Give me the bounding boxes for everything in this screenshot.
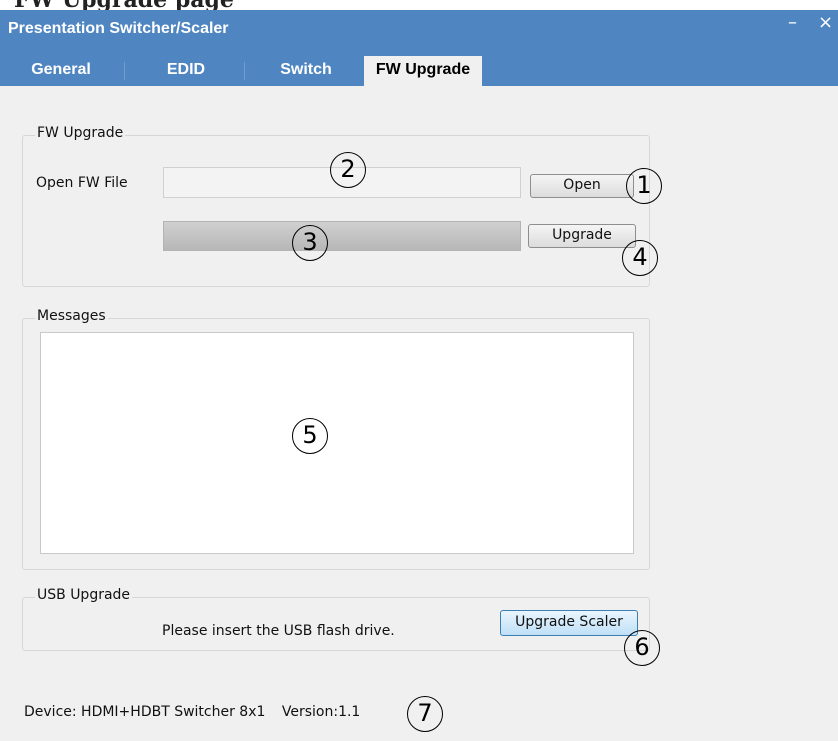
upgrade-progress-bar [163, 221, 521, 251]
callout-1: 1 [626, 168, 662, 204]
tab-edid[interactable]: EDID [134, 56, 238, 86]
callout-2: 2 [330, 152, 366, 188]
app-window: Presentation Switcher/Scaler – × General… [0, 10, 838, 741]
window-title: Presentation Switcher/Scaler [8, 20, 229, 37]
tab-general[interactable]: General [8, 56, 114, 86]
fw-upgrade-legend: FW Upgrade [35, 125, 126, 141]
callout-5: 5 [292, 418, 328, 454]
upgrade-button[interactable]: Upgrade [528, 224, 636, 248]
tab-fw-upgrade[interactable]: FW Upgrade [364, 56, 482, 86]
status-bar: Device: HDMI+HDBT Switcher 8x1 Version:1… [24, 704, 372, 720]
close-icon[interactable]: × [818, 14, 833, 32]
callout-7: 7 [407, 696, 443, 732]
callout-6: 6 [624, 630, 660, 666]
upgrade-scaler-button[interactable]: Upgrade Scaler [500, 610, 638, 636]
open-button[interactable]: Open [530, 174, 634, 198]
callout-3: 3 [292, 225, 328, 261]
usb-instruction-text: Please insert the USB flash drive. [162, 623, 395, 639]
tab-separator [244, 62, 245, 80]
callout-4: 4 [622, 240, 658, 276]
tab-separator [124, 62, 125, 80]
messages-legend: Messages [35, 308, 108, 324]
minimize-icon[interactable]: – [788, 14, 797, 32]
device-info: Device: HDMI+HDBT Switcher 8x1 [24, 704, 266, 720]
version-info: Version:1.1 [281, 704, 361, 720]
tab-bar: General EDID Switch FW Upgrade [0, 56, 838, 86]
usb-upgrade-legend: USB Upgrade [35, 587, 133, 603]
messages-log[interactable] [40, 332, 634, 554]
title-bar: Presentation Switcher/Scaler – × [0, 10, 838, 56]
header-cut-strip: FW Upgrade page [0, 0, 838, 13]
tab-switch[interactable]: Switch [254, 56, 358, 86]
open-fw-file-label: Open FW File [36, 175, 128, 191]
